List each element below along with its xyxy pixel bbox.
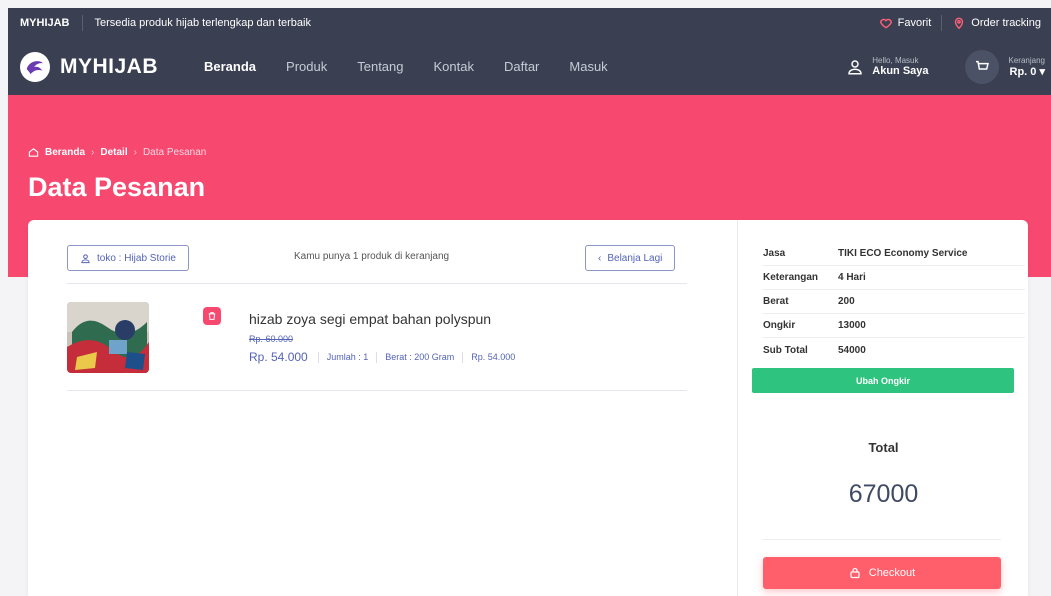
breadcrumb-detail[interactable]: Detail [100, 147, 127, 158]
nav-right: Hello, Masuk Akun Saya Keranjang Rp. 0 ▾ [846, 49, 1051, 84]
cart-panel: toko : Hijab Storie Kamu punya 1 produk … [28, 220, 738, 596]
order-card: toko : Hijab Storie Kamu punya 1 produk … [28, 220, 1028, 596]
breadcrumb: Beranda › Detail › Data Pesanan [28, 147, 206, 158]
nav-kontak[interactable]: Kontak [434, 59, 474, 74]
summary-panel: Jasa TIKI ECO Economy Service Keterangan… [739, 220, 1028, 596]
divider [763, 539, 1001, 540]
change-shipping-button[interactable]: Ubah Ongkir [752, 368, 1014, 393]
shipping-summary-table: Jasa TIKI ECO Economy Service Keterangan… [763, 242, 1025, 362]
cart-summary[interactable]: Keranjang Rp. 0 ▾ [1009, 56, 1045, 78]
breadcrumb-current: Data Pesanan [142, 147, 207, 158]
nav-produk[interactable]: Produk [286, 59, 327, 74]
trash-icon[interactable] [203, 307, 221, 325]
summary-value: TIKI ECO Economy Service [838, 248, 968, 259]
chevron-right-icon: › [133, 147, 137, 158]
summary-row: Jasa TIKI ECO Economy Service [763, 242, 1025, 266]
top-strip: MYHIJAB Tersedia produk hijab terlengkap… [8, 8, 1051, 38]
cart-count-text: Kamu punya 1 produk di keranjang [294, 251, 450, 262]
account-label: Akun Saya [872, 65, 929, 77]
top-brand: MYHIJAB [8, 15, 83, 31]
nav-daftar[interactable]: Daftar [504, 59, 539, 74]
lock-icon [850, 567, 860, 579]
user-icon [81, 253, 90, 263]
page-title: Data Pesanan [28, 172, 206, 202]
caret-down-icon: ▾ [1039, 65, 1045, 78]
summary-key: Sub Total [763, 344, 808, 356]
cart-button[interactable] [964, 49, 999, 84]
heart-icon [879, 18, 892, 29]
summary-key: Keterangan [763, 272, 819, 283]
summary-value: 200 [838, 296, 855, 307]
main-nav: MYHIJAB Beranda Produk Tentang Kontak Da… [8, 38, 1051, 95]
summary-key: Jasa [763, 248, 786, 259]
total-label: Total [868, 440, 899, 455]
product-price: Rp. 54.000 [249, 350, 308, 364]
favorite-label: Favorit [897, 17, 932, 29]
product-weight: Berat : 200 Gram [376, 351, 462, 363]
summary-row: Keterangan 4 Hari [763, 266, 1025, 290]
continue-shopping-button[interactable]: ‹ Belanja Lagi [585, 245, 676, 271]
nav-masuk[interactable]: Masuk [569, 59, 607, 74]
summary-key: Berat [763, 296, 789, 307]
cart-total: Rp. 0 ▾ [1009, 65, 1046, 78]
main-menu: Beranda Produk Tentang Kontak Daftar Mas… [204, 59, 608, 74]
product-price-row: Rp. 54.000 Jumlah : 1 Berat : 200 Gram R… [249, 350, 523, 364]
chevron-left-icon: ‹ [598, 252, 602, 264]
summary-value: 13000 [838, 320, 866, 331]
breadcrumb-home[interactable]: Beranda [45, 147, 85, 158]
account-greeting: Hello, Masuk [872, 56, 919, 65]
total-value: 67000 [848, 480, 919, 508]
summary-value: 54000 [838, 344, 866, 356]
continue-shopping-label: Belanja Lagi [607, 252, 663, 264]
product-qty: Jumlah : 1 [317, 351, 377, 363]
summary-key: Ongkir [763, 320, 796, 331]
nav-tentang[interactable]: Tentang [357, 59, 403, 74]
summary-row: Ongkir 13000 [763, 314, 1025, 338]
order-tracking-label: Order tracking [971, 17, 1041, 29]
logo-text: MYHIJAB [60, 54, 159, 78]
summary-row: Sub Total 54000 [763, 338, 1025, 362]
store-button[interactable]: toko : Hijab Storie [67, 245, 189, 271]
location-pin-icon [955, 17, 964, 30]
nav-beranda[interactable]: Beranda [204, 59, 256, 74]
store-button-label: toko : Hijab Storie [97, 252, 176, 264]
user-icon [848, 59, 863, 74]
product-name[interactable]: hizab zoya segi empat bahan polyspun [249, 311, 491, 327]
product-old-price: Rp. 60.000 [249, 334, 294, 344]
summary-value: 4 Hari [838, 272, 866, 283]
cart-icon [975, 60, 989, 70]
logo-icon [20, 51, 50, 82]
order-tracking-link[interactable]: Order tracking [942, 15, 1051, 31]
top-tagline: Tersedia produk hijab terlengkap dan ter… [94, 17, 311, 29]
summary-row: Berat 200 [763, 290, 1025, 314]
product-subtotal: Rp. 54.000 [462, 351, 523, 363]
checkout-button[interactable]: Checkout [763, 557, 1001, 589]
product-image[interactable] [67, 302, 149, 373]
account-link[interactable]: Hello, Masuk Akun Saya [846, 56, 954, 77]
divider [67, 390, 687, 391]
home-icon [28, 148, 39, 157]
favorite-link[interactable]: Favorit [869, 15, 943, 31]
cart-label: Keranjang [1008, 55, 1045, 65]
divider [67, 283, 687, 284]
chevron-right-icon: › [91, 147, 95, 158]
checkout-label: Checkout [868, 567, 916, 579]
logo[interactable]: MYHIJAB [8, 51, 204, 82]
